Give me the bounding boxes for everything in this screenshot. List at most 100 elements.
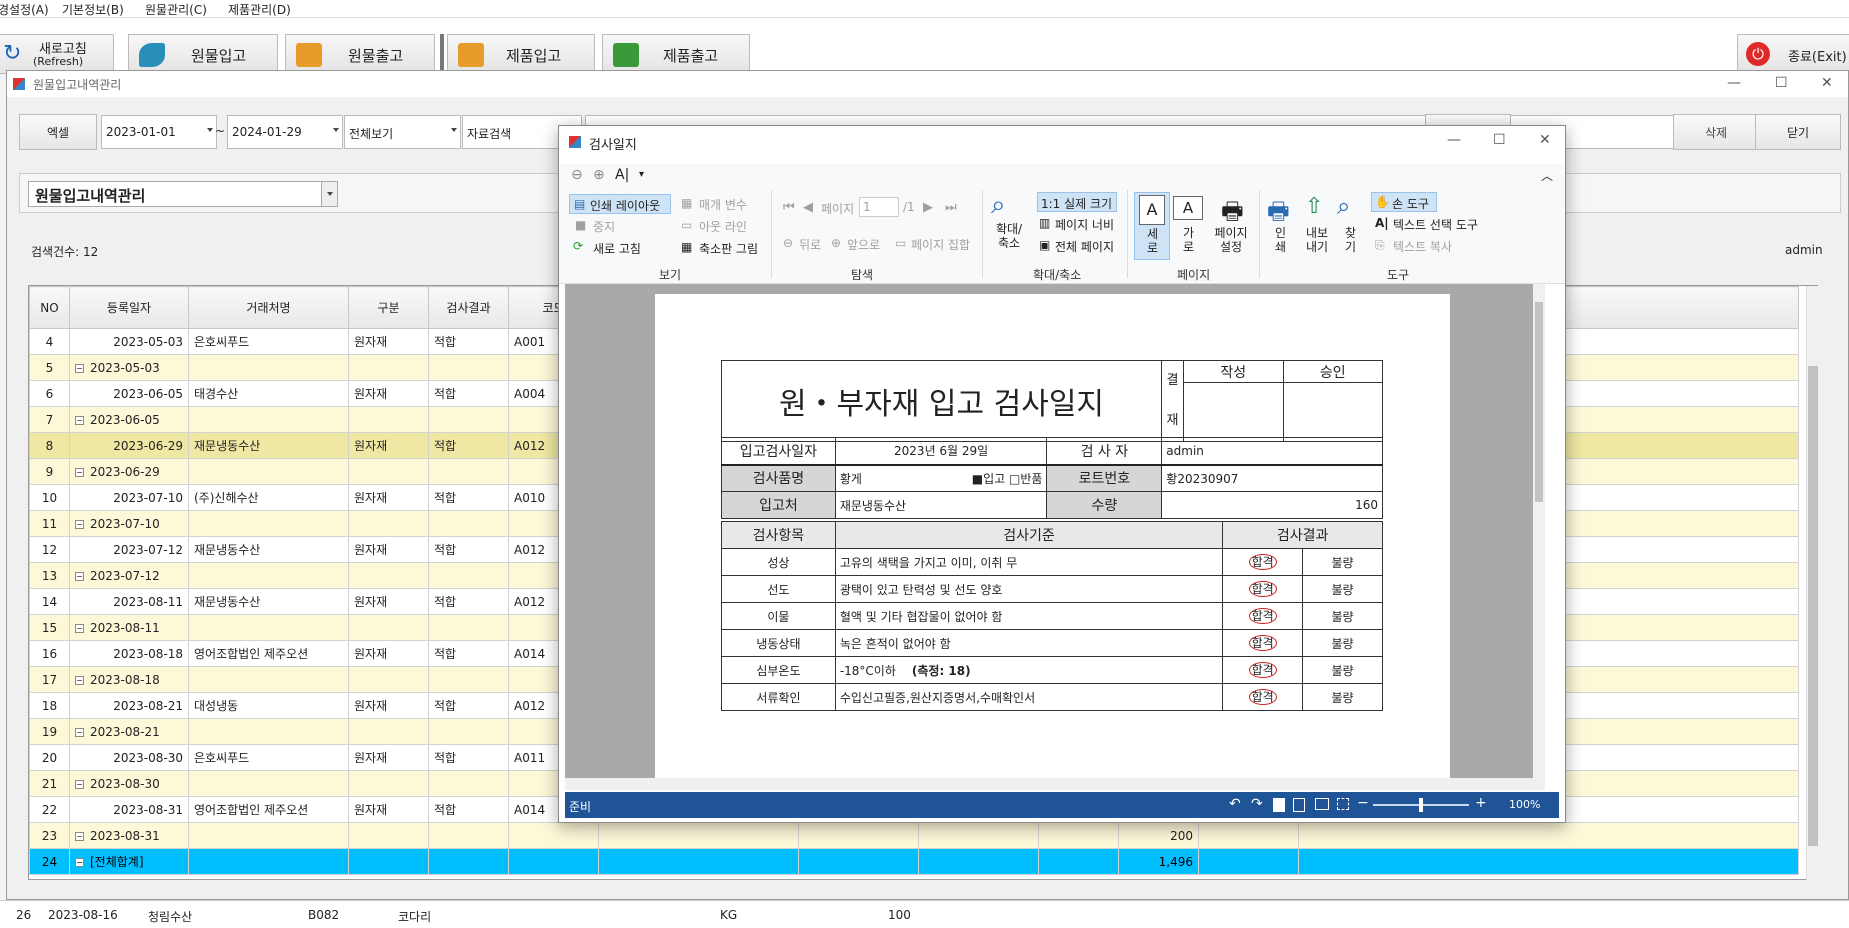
preview-hscrollbar[interactable] [565, 778, 1545, 790]
cell-empty[interactable] [348, 822, 429, 849]
cell-no[interactable]: 18 [29, 692, 70, 719]
cell-no[interactable]: 19 [29, 718, 70, 745]
collapse-icon[interactable]: − [75, 675, 84, 685]
col-header-no[interactable]: NO [29, 286, 70, 329]
cell-empty[interactable] [428, 354, 509, 381]
cell-empty[interactable] [188, 614, 349, 641]
cell-empty[interactable] [428, 718, 509, 745]
collapse-icon[interactable]: − [75, 415, 84, 425]
last-page-icon[interactable]: ⏭ [945, 200, 957, 215]
cell-result[interactable]: 적합 [428, 484, 509, 511]
cell-empty[interactable] [918, 848, 1039, 875]
cell-date[interactable]: 2023-08-21 [69, 692, 189, 719]
cell-empty[interactable] [428, 666, 509, 693]
cell-type[interactable]: 원자재 [348, 796, 429, 823]
ribbon-collapse-icon[interactable]: ︿ [1541, 167, 1553, 184]
raw-in-button[interactable]: 원물입고 [128, 34, 278, 74]
cell-amount[interactable]: 200 [1118, 822, 1199, 849]
cell-no[interactable]: 8 [29, 432, 70, 459]
zoom-out-icon[interactable]: − [1357, 795, 1369, 811]
cell-date[interactable]: 2023-07-12 [69, 536, 189, 563]
rotate-right-icon[interactable]: ↷ [1251, 796, 1263, 812]
cell-vendor[interactable]: 재문냉동수산 [188, 536, 349, 563]
refresh-button[interactable]: ↻ 새로고침 (Refresh) [0, 34, 114, 74]
col-header-date[interactable]: 등록일자 [69, 286, 189, 329]
rotate-left-icon[interactable]: ↶ [1229, 796, 1241, 812]
exit-button[interactable]: ⏻ 종료(Exit) [1737, 34, 1849, 74]
collapse-icon[interactable]: − [75, 858, 84, 867]
cell-empty[interactable] [348, 770, 429, 797]
cell-vendor[interactable]: 영어조합법인 제주오션 [188, 640, 349, 667]
col-header-vendor[interactable]: 거래처명 [188, 286, 349, 329]
cell-type[interactable]: 원자재 [348, 588, 429, 615]
cell-date[interactable]: 2023-08-31 [69, 796, 189, 823]
close-button[interactable]: 닫기 [1755, 114, 1841, 150]
zoom-in-icon[interactable]: + [1475, 795, 1487, 811]
cell-no[interactable]: 14 [29, 588, 70, 615]
cell-no[interactable]: 17 [29, 666, 70, 693]
cell-empty[interactable] [428, 822, 509, 849]
date-from-input[interactable]: 2023-01-01 [101, 115, 217, 149]
cell-empty[interactable] [1198, 822, 1299, 849]
cell-empty[interactable] [918, 822, 1039, 849]
cell-empty[interactable] [798, 848, 919, 875]
cell-no[interactable]: 21 [29, 770, 70, 797]
cell-no[interactable]: 22 [29, 796, 70, 823]
cell-empty[interactable] [508, 822, 599, 849]
grid-scrollbar-thumb[interactable] [1808, 366, 1818, 846]
cell-empty[interactable] [348, 458, 429, 485]
zoom-slider[interactable] [1373, 798, 1469, 812]
grid-total-row[interactable]: 24− [전체합계] 1,496 [29, 848, 1799, 875]
prev-page-icon[interactable]: ◀ [803, 200, 813, 215]
cell-empty[interactable] [1038, 848, 1119, 875]
collapse-icon[interactable]: − [75, 363, 84, 373]
cell-vendor[interactable]: 영어조합법인 제주오션 [188, 796, 349, 823]
maximize-icon[interactable]: ☐ [1775, 75, 1788, 91]
cell-empty[interactable] [188, 848, 349, 875]
grid-scrollbar[interactable] [1806, 286, 1818, 880]
cell-group-date[interactable]: −2023-06-05 [69, 406, 189, 433]
cell-empty[interactable] [188, 510, 349, 537]
cell-empty[interactable] [188, 458, 349, 485]
first-page-icon[interactable]: ⏮ [783, 200, 795, 215]
cell-empty[interactable] [798, 822, 919, 849]
raw-out-button[interactable]: 원물출고 [285, 34, 435, 74]
cell-type[interactable]: 원자재 [348, 692, 429, 719]
collapse-icon[interactable]: − [75, 831, 84, 841]
cell-empty[interactable] [348, 562, 429, 589]
menu-product-management[interactable]: 제품관리(D) [228, 1, 291, 18]
cell-empty[interactable] [598, 822, 799, 849]
cell-empty[interactable] [188, 770, 349, 797]
cell-type[interactable]: 원자재 [348, 484, 429, 511]
cell-empty[interactable] [348, 354, 429, 381]
cell-no[interactable]: 15 [29, 614, 70, 641]
cell-empty[interactable] [188, 822, 349, 849]
collapse-icon[interactable]: − [75, 727, 84, 737]
actual-size-button[interactable]: 1:1 실제 크기 [1037, 192, 1117, 212]
cell-group-date[interactable]: −2023-07-12 [69, 562, 189, 589]
hand-tool-button[interactable]: ✋ 손 도구 [1371, 192, 1437, 212]
cell-empty[interactable] [348, 614, 429, 641]
cell-empty[interactable] [188, 406, 349, 433]
cell-type[interactable]: 원자재 [348, 432, 429, 459]
menu-basic-info[interactable]: 기본정보(B) [62, 1, 124, 18]
dialog-close-icon[interactable]: ✕ [1539, 132, 1551, 148]
col-header-type[interactable]: 구분 [348, 286, 429, 329]
cell-date[interactable]: 2023-07-10 [69, 484, 189, 511]
cell-result[interactable]: 적합 [428, 536, 509, 563]
cell-empty[interactable] [428, 614, 509, 641]
dialog-minimize-icon[interactable]: — [1447, 132, 1461, 148]
cell-no[interactable]: 23 [29, 822, 70, 849]
cell-no[interactable]: 13 [29, 562, 70, 589]
preview-vscroll-thumb[interactable] [1535, 302, 1543, 502]
cell-empty[interactable] [1298, 822, 1799, 849]
cell-vendor[interactable]: (주)신해수산 [188, 484, 349, 511]
cell-result[interactable]: 적합 [428, 744, 509, 771]
cell-type[interactable]: 원자재 [348, 380, 429, 407]
cell-date[interactable]: 2023-06-29 [69, 432, 189, 459]
portrait-button[interactable]: A 세로 [1134, 192, 1170, 260]
cell-group-date[interactable]: −2023-08-31 [69, 822, 189, 849]
cell-result[interactable]: 적합 [428, 796, 509, 823]
cell-result[interactable]: 적합 [428, 588, 509, 615]
cell-date[interactable]: 2023-05-03 [69, 328, 189, 355]
